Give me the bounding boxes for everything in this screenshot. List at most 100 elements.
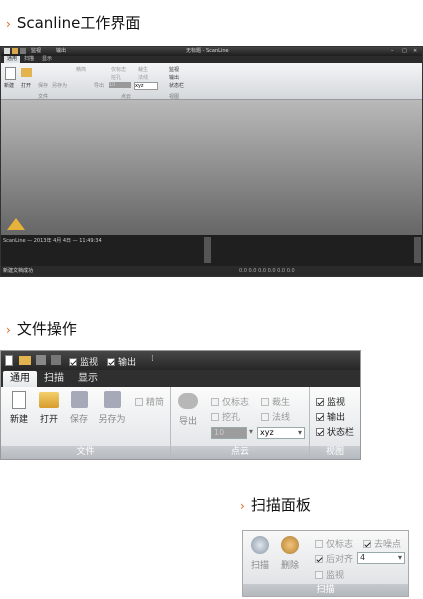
ribbon-flag-label[interactable]: 仅标志 (111, 66, 126, 73)
tab-general[interactable]: 通用 (4, 56, 21, 63)
save-as-icon[interactable] (51, 355, 61, 365)
format-select[interactable]: xyz ▾ (257, 427, 305, 439)
scan-button[interactable]: 扫描 (247, 536, 273, 571)
normal-checkbox[interactable]: 法线 (261, 410, 290, 423)
flag-only-checkbox[interactable]: 仅标志 (211, 395, 249, 408)
ribbon-value-input[interactable]: 10 (109, 82, 131, 88)
quick-access-toolbar: 监视 输出 ⁞ (1, 351, 360, 370)
ribbon-view-monitor[interactable]: 监视 (169, 66, 179, 73)
window-title: 无标题 - ScanLine (186, 48, 229, 54)
new-icon[interactable] (5, 355, 13, 366)
tab-display[interactable]: 显示 (71, 371, 105, 387)
flag-only-checkbox[interactable]: 仅标志 (315, 537, 353, 550)
save-button-label: 保存 (69, 415, 88, 425)
back-align-checkbox[interactable]: 后对齐 (315, 552, 353, 565)
delete-button[interactable]: 删除 (277, 536, 303, 571)
new-button[interactable]: 新建 (7, 391, 31, 425)
ribbon-normal-label[interactable]: 法线 (138, 74, 148, 81)
file-group: 新建 打开 保存 另存为 精简 文件 (1, 387, 171, 459)
section-title-file: › 文件操作 (6, 318, 77, 339)
disk-icon (70, 391, 88, 408)
qat-monitor-checkbox[interactable]: 监视 (69, 355, 98, 368)
scan-panel: 扫描 删除 仅标志 去噪点 后对齐 4 ▾ 监视 扫描 (242, 530, 409, 597)
ribbon-view-output[interactable]: 输出 (169, 74, 179, 81)
status-coords: 0.0 0.0 0.0 0.0 0.0 0.0 (239, 268, 295, 274)
crop-checkbox[interactable]: 裁生 (261, 395, 290, 408)
qat-customize-icon[interactable]: ⁞ (151, 354, 154, 364)
value-input[interactable]: 10 (211, 427, 247, 439)
view-group-caption: 视图 (310, 446, 360, 459)
ribbon-save-label: 保存 (38, 83, 49, 89)
open-icon[interactable] (19, 356, 31, 365)
align-value-select[interactable]: 4 ▾ (357, 552, 405, 564)
ribbon-file-caption: 文件 (38, 94, 49, 100)
ribbon-view-statusbar[interactable]: 状态栏 (169, 82, 184, 89)
monitor-checkbox[interactable]: 监视 (315, 568, 344, 581)
tab-display[interactable]: 显示 (39, 56, 55, 63)
ribbon-hole-label[interactable]: 挖孔 (111, 74, 121, 81)
save-as-button[interactable]: 另存为 (95, 391, 129, 425)
axis-gizmo-icon (7, 218, 25, 230)
new-icon[interactable] (4, 48, 10, 54)
console-scrollbar[interactable] (204, 237, 211, 263)
delete-button-label: 删除 (280, 561, 299, 571)
qat-output-checkbox[interactable]: 输出 (107, 355, 136, 368)
value-dropdown-icon[interactable]: ▾ (249, 427, 253, 436)
section-title-text: 扫描面板 (250, 496, 311, 514)
ribbon-view-caption: 视图 (169, 94, 180, 100)
folder-icon[interactable] (21, 68, 32, 77)
app-ribbon: 新建 打开 保存 另存为 精简 文件 导出 仅标志 挖孔 裁生 法线 10 xy… (1, 63, 422, 100)
open-button-label: 打开 (39, 415, 58, 425)
disk-pencil-icon (103, 391, 121, 408)
close-icon[interactable]: × (413, 47, 417, 56)
output-console: ScanLine — 2013年 4月 4日 — 11:49:34 (1, 235, 422, 266)
delete-icon (281, 536, 299, 554)
status-bar: 新建文档成功 0.0 0.0 0.0 0.0 0.0 0.0 (1, 266, 422, 276)
new-doc-icon[interactable] (5, 67, 16, 80)
status-text: 新建文档成功 (3, 268, 34, 274)
ribbon-crop-label[interactable]: 裁生 (138, 66, 148, 73)
ribbon-export-label: 导出 (94, 83, 105, 89)
pointcloud-group: 导出 仅标志 挖孔 裁生 法线 10 ▾ xyz ▾ 点云 (171, 387, 310, 459)
app-titlebar: 监视 输出 无标题 - ScanLine – □ × (1, 47, 422, 56)
simplify-checkbox[interactable]: 精简 (135, 395, 164, 408)
hole-checkbox[interactable]: 挖孔 (211, 410, 240, 423)
export-button[interactable]: 导出 (176, 393, 200, 427)
save-as-button-label: 另存为 (98, 415, 126, 425)
monitor-scrollbar[interactable] (414, 237, 421, 263)
tab-scan[interactable]: 扫描 (37, 371, 71, 387)
chevron-down-icon: ▾ (397, 553, 402, 562)
section-title-workspace: › Scanline工作界面 (6, 12, 140, 33)
save-icon[interactable] (20, 48, 26, 54)
section-title-text: Scanline工作界面 (16, 14, 141, 32)
qat-monitor-toggle[interactable]: 监视 (31, 47, 41, 56)
chevron-down-icon: ▾ (297, 428, 302, 437)
ribbon-simplify-label[interactable]: 精简 (76, 66, 86, 73)
open-icon[interactable] (12, 48, 18, 54)
save-button[interactable]: 保存 (67, 391, 91, 425)
minimize-icon[interactable]: – (391, 47, 394, 56)
view-output-checkbox[interactable]: 输出 (316, 410, 345, 423)
view-monitor-checkbox[interactable]: 监视 (316, 395, 345, 408)
tab-scan[interactable]: 扫描 (21, 56, 37, 63)
denoise-checkbox[interactable]: 去噪点 (363, 537, 401, 550)
export-icon (178, 393, 198, 409)
console-line: ScanLine — 2013年 4月 4日 — 11:49:34 (3, 238, 102, 244)
view-statusbar-checkbox[interactable]: 状态栏 (316, 425, 354, 438)
ribbon-saveas-label: 另存为 (52, 83, 68, 89)
save-icon[interactable] (36, 355, 46, 365)
bullet-arrow-icon: › (6, 17, 11, 31)
qat-output-toggle[interactable]: 输出 (56, 47, 66, 56)
scan-panel-caption: 扫描 (243, 584, 408, 596)
ribbon-body: 新建 打开 保存 另存为 精简 文件 导出 仅标志 挖孔 裁生 法线 10 ▾ … (1, 387, 360, 459)
export-button-label: 导出 (178, 417, 197, 427)
section-title-scan: › 扫描面板 (240, 494, 311, 515)
open-button[interactable]: 打开 (37, 391, 61, 425)
app-tabbar: 通用 扫描 显示 (1, 56, 422, 63)
scan-button-label: 扫描 (250, 561, 269, 571)
pointcloud-group-caption: 点云 (171, 446, 309, 459)
tab-general[interactable]: 通用 (3, 371, 37, 387)
ribbon-format-select[interactable]: xyz (134, 82, 158, 90)
maximize-icon[interactable]: □ (402, 47, 407, 56)
app-window-screenshot: 监视 输出 无标题 - ScanLine – □ × 通用 扫描 显示 新建 打… (0, 46, 423, 277)
